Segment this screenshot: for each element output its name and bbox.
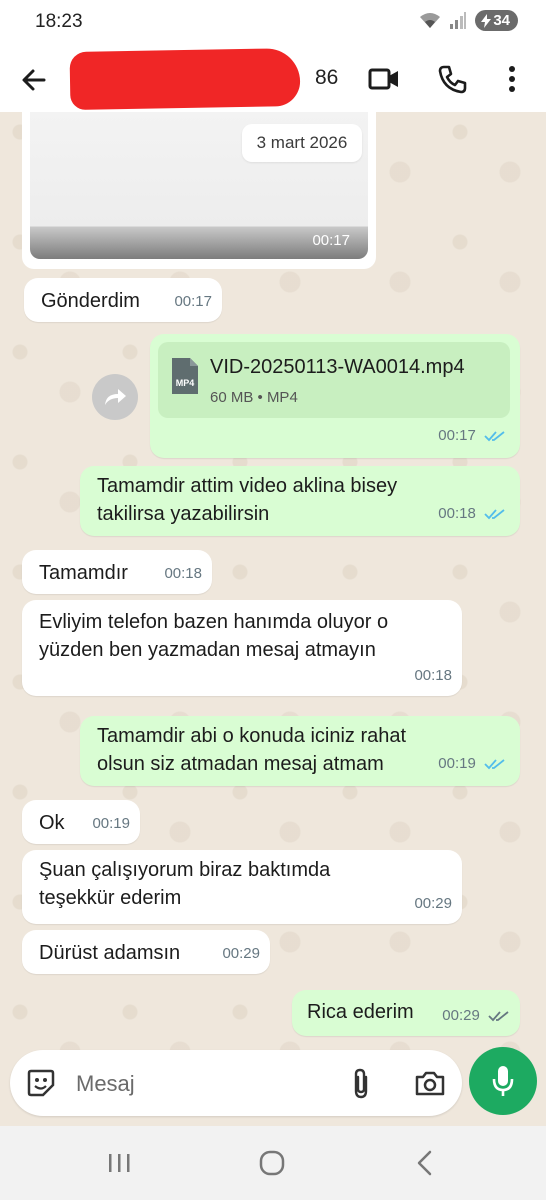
message-time: 00:18 bbox=[164, 565, 202, 582]
incoming-message[interactable]: Evliyim telefon bazen hanımda oluyor o y… bbox=[22, 600, 462, 696]
battery-level: 34 bbox=[493, 12, 510, 29]
message-time: 00:29 bbox=[414, 895, 452, 912]
message-time: 00:18 bbox=[414, 667, 452, 684]
image-date-chip: 3 mart 2026 bbox=[242, 124, 362, 162]
file-attachment[interactable]: MP4 VID-20250113-WA0014.mp4 60 MB • MP4 bbox=[158, 342, 510, 418]
message-text: Şuan çalışıyorum biraz baktımda teşekkür… bbox=[39, 856, 330, 912]
message-text: Dürüst adamsın bbox=[39, 942, 181, 964]
status-icons: 34 bbox=[419, 10, 518, 31]
recents-icon[interactable] bbox=[100, 1146, 140, 1180]
image-message-time: 00:17 bbox=[312, 232, 350, 249]
forward-icon bbox=[105, 389, 126, 405]
message-time: 00:29 bbox=[442, 1007, 480, 1024]
outgoing-message[interactable]: Tamamdir attim video aklina bisey takili… bbox=[80, 466, 520, 536]
incoming-message[interactable]: Gönderdim 00:17 bbox=[24, 278, 222, 322]
forward-button[interactable] bbox=[92, 374, 138, 420]
message-text: Tamamdır bbox=[39, 562, 128, 584]
camera-icon[interactable] bbox=[413, 1066, 447, 1100]
incoming-message[interactable]: Dürüst adamsın 00:29 bbox=[22, 930, 270, 974]
mic-icon bbox=[492, 1066, 514, 1096]
read-receipt-icon bbox=[484, 759, 505, 770]
more-vert-icon[interactable] bbox=[495, 62, 529, 96]
message-line: takilirsa yazabilirsin bbox=[97, 503, 270, 525]
outgoing-message[interactable]: Rica ederim 00:29 bbox=[292, 990, 520, 1036]
message-input[interactable] bbox=[74, 1066, 328, 1102]
incoming-message[interactable]: Şuan çalışıyorum biraz baktımda teşekkür… bbox=[22, 850, 462, 924]
video-call-icon[interactable] bbox=[367, 62, 401, 96]
status-bar: 18:23 34 bbox=[0, 0, 546, 46]
message-status: 00:29 bbox=[442, 1002, 510, 1030]
read-receipt-icon bbox=[484, 509, 505, 520]
incoming-message[interactable]: Ok 00:19 bbox=[22, 800, 140, 844]
message-composer bbox=[10, 1050, 462, 1116]
message-status: 00:17 bbox=[438, 422, 506, 450]
status-time: 18:23 bbox=[35, 11, 83, 32]
message-time: 00:29 bbox=[222, 945, 260, 962]
message-line: Tamamdir attim video aklina bisey bbox=[97, 475, 398, 497]
file-meta: 60 MB • MP4 bbox=[210, 389, 298, 406]
message-line: Evliyim telefon bazen hanımda oluyor o bbox=[39, 611, 389, 633]
file-name: VID-20250113-WA0014.mp4 bbox=[210, 356, 465, 378]
message-status: 00:18 bbox=[438, 500, 506, 528]
outgoing-message[interactable]: Tamamdir abi o konuda iciniz rahat olsun… bbox=[80, 716, 520, 786]
message-line: Tamamdir abi o konuda iciniz rahat bbox=[97, 725, 407, 747]
message-time: 00:19 bbox=[438, 755, 476, 772]
battery-indicator: 34 bbox=[475, 10, 518, 31]
message-line: Şuan çalışıyorum biraz baktımda bbox=[39, 859, 331, 881]
read-receipt-icon bbox=[484, 431, 505, 442]
contact-name-redaction[interactable] bbox=[69, 47, 301, 111]
contact-name[interactable]: 86 bbox=[315, 66, 338, 90]
chat-area[interactable]: 3 mart 2026 00:17 Gönderdim 00:17 MP4 VI… bbox=[0, 112, 546, 1062]
message-text: Ok bbox=[39, 812, 65, 834]
message-time: 00:17 bbox=[438, 427, 476, 444]
message-status: 00:19 bbox=[438, 750, 506, 778]
chat-header: 86 bbox=[0, 46, 546, 113]
charging-bolt-icon bbox=[481, 13, 492, 28]
attach-icon[interactable] bbox=[344, 1066, 378, 1100]
message-time: 00:17 bbox=[174, 293, 212, 310]
message-text: Rica ederim bbox=[307, 1001, 414, 1023]
message-line: olsun siz atmadan mesaj atmam bbox=[97, 753, 384, 775]
message-text: Gönderdim bbox=[41, 290, 140, 312]
message-time: 00:19 bbox=[92, 815, 130, 832]
wifi-icon bbox=[420, 12, 441, 28]
message-line: yüzden ben yazmadan mesaj atmayın bbox=[39, 639, 376, 661]
file-badge: MP4 bbox=[176, 378, 195, 388]
delivered-receipt-icon bbox=[488, 1011, 509, 1022]
back-icon[interactable] bbox=[404, 1146, 444, 1180]
message-text: Tamamdir abi o konuda iciniz rahat olsun… bbox=[97, 722, 406, 778]
incoming-message[interactable]: Tamamdır 00:18 bbox=[22, 550, 212, 594]
screenshot-thumbnail[interactable]: 3 mart 2026 00:17 bbox=[30, 112, 368, 259]
sticker-icon[interactable] bbox=[24, 1066, 58, 1100]
image-message[interactable]: 3 mart 2026 00:17 bbox=[22, 112, 376, 269]
back-arrow-icon[interactable] bbox=[18, 64, 50, 96]
message-text: Tamamdir attim video aklina bisey takili… bbox=[97, 472, 397, 528]
home-icon[interactable] bbox=[252, 1146, 292, 1180]
mp4-file-icon: MP4 bbox=[170, 356, 200, 396]
mic-button[interactable] bbox=[469, 1047, 537, 1115]
system-nav-bar bbox=[0, 1126, 546, 1200]
outgoing-file-message[interactable]: MP4 VID-20250113-WA0014.mp4 60 MB • MP4 … bbox=[150, 334, 520, 458]
message-line: teşekkür ederim bbox=[39, 887, 182, 909]
phone-icon[interactable] bbox=[435, 62, 469, 96]
message-time: 00:18 bbox=[438, 505, 476, 522]
signal-icon bbox=[450, 11, 467, 29]
message-text: Evliyim telefon bazen hanımda oluyor o y… bbox=[39, 608, 388, 664]
